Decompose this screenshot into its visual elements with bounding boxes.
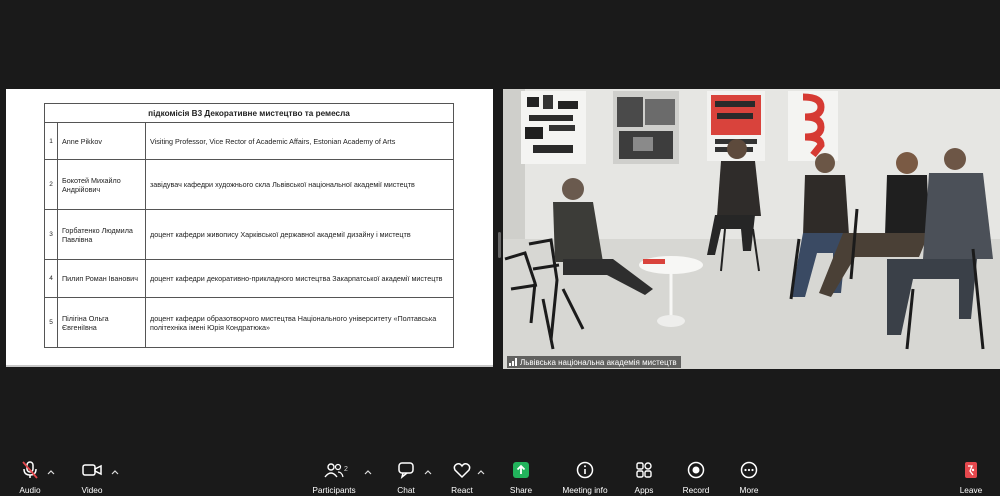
shared-document: підкомісія В3 Декоративне мистецтво та р… [44,103,454,353]
video-frame [503,89,1000,369]
document-bottom-edge [6,365,493,367]
meeting-stage: підкомісія В3 Декоративне мистецтво та р… [0,0,1000,458]
share-screen-icon [510,460,532,480]
share-button[interactable]: Share [508,460,534,496]
mic-muted-icon [19,460,41,480]
chat-label: Chat [397,485,415,495]
table-row: 1 Anne Pikkov Visiting Professor, Vice R… [44,122,454,160]
audio-label: Audio [19,485,41,495]
apps-label: Apps [634,485,654,495]
react-options-chevron-icon[interactable] [477,468,485,476]
poster-1 [521,91,586,164]
table-header-row: підкомісія В3 Декоративне мистецтво та р… [44,103,454,123]
committee-table: підкомісія В3 Декоративне мистецтво та р… [44,103,454,348]
chat-bubble-icon [395,460,417,480]
participants-options-chevron-icon[interactable] [364,468,372,476]
member-role: Visiting Professor, Vice Rector of Acade… [145,122,454,160]
apps-button[interactable]: Apps [632,460,656,496]
participants-button[interactable]: Participants [312,460,356,496]
audio-button[interactable]: Audio [17,460,43,496]
participant-video[interactable] [503,89,1000,369]
meeting-toolbar: Audio Video Participants 2 Chat React Sh… [0,458,1000,496]
video-options-chevron-icon[interactable] [111,468,119,476]
record-label: Record [682,485,710,495]
table-title: підкомісія В3 Декоративне мистецтво та р… [44,103,454,123]
apps-grid-icon [633,460,655,480]
row-number: 1 [44,122,58,160]
connection-signal-icon [509,358,517,366]
participants-label: Participants [312,485,356,495]
video-button[interactable]: Video [79,460,105,496]
row-number: 4 [44,259,58,298]
member-role: завідувач кафедри художнього скла Львівс… [145,159,454,210]
member-role: доцент кафедри декоративно-прикладного м… [145,259,454,298]
member-role: доцент кафедри живопису Харківської держ… [145,209,454,260]
participant-name: Львівська національна академія мистецтв [520,357,677,367]
audio-options-chevron-icon[interactable] [47,468,55,476]
member-name: Пілігіна Ольга Євгеніївна [57,297,146,348]
participants-count: 2 [344,466,348,473]
table-row: 3 Горбатенко Людмила Павлівна доцент каф… [44,209,454,260]
pane-resize-handle[interactable] [498,232,501,258]
poster-2 [613,91,679,164]
video-camera-icon [81,460,103,480]
row-number: 5 [44,297,58,348]
table-row: 2 Бокотей Михайло Андрійович завідувач к… [44,159,454,210]
member-role: доцент кафедри образотворчого мистецтва … [145,297,454,348]
chat-options-chevron-icon[interactable] [424,468,432,476]
react-button[interactable]: React [449,460,475,496]
meeting-info-label: Meeting info [562,485,608,495]
participant-name-tag: Львівська національна академія мистецтв [507,356,681,368]
more-dots-icon [738,460,760,480]
meeting-info-button[interactable]: Meeting info [560,460,610,496]
chat-button[interactable]: Chat [394,460,418,496]
member-name: Anne Pikkov [57,122,146,160]
react-label: React [451,485,473,495]
record-button[interactable]: Record [682,460,710,496]
leave-label: Leave [959,485,983,495]
shared-screen: підкомісія В3 Декоративне мистецтво та р… [6,89,493,367]
member-name: Пилип Роман Іванович [57,259,146,298]
member-name: Горбатенко Людмила Павлівна [57,209,146,260]
member-name: Бокотей Михайло Андрійович [57,159,146,210]
table-row: 5 Пілігіна Ольга Євгеніївна доцент кафед… [44,297,454,348]
leave-door-icon [960,460,982,480]
poster-4 [788,91,838,161]
record-icon [685,460,707,480]
leave-button[interactable]: Leave [958,460,984,496]
row-number: 2 [44,159,58,210]
table-row: 4 Пилип Роман Іванович доцент кафедри де… [44,259,454,298]
info-icon [574,460,596,480]
video-label: Video [81,485,103,495]
participants-icon [323,460,345,480]
more-button[interactable]: More [737,460,761,496]
heart-icon [451,460,473,480]
more-label: More [739,485,759,495]
row-number: 3 [44,209,58,260]
share-label: Share [509,485,533,495]
